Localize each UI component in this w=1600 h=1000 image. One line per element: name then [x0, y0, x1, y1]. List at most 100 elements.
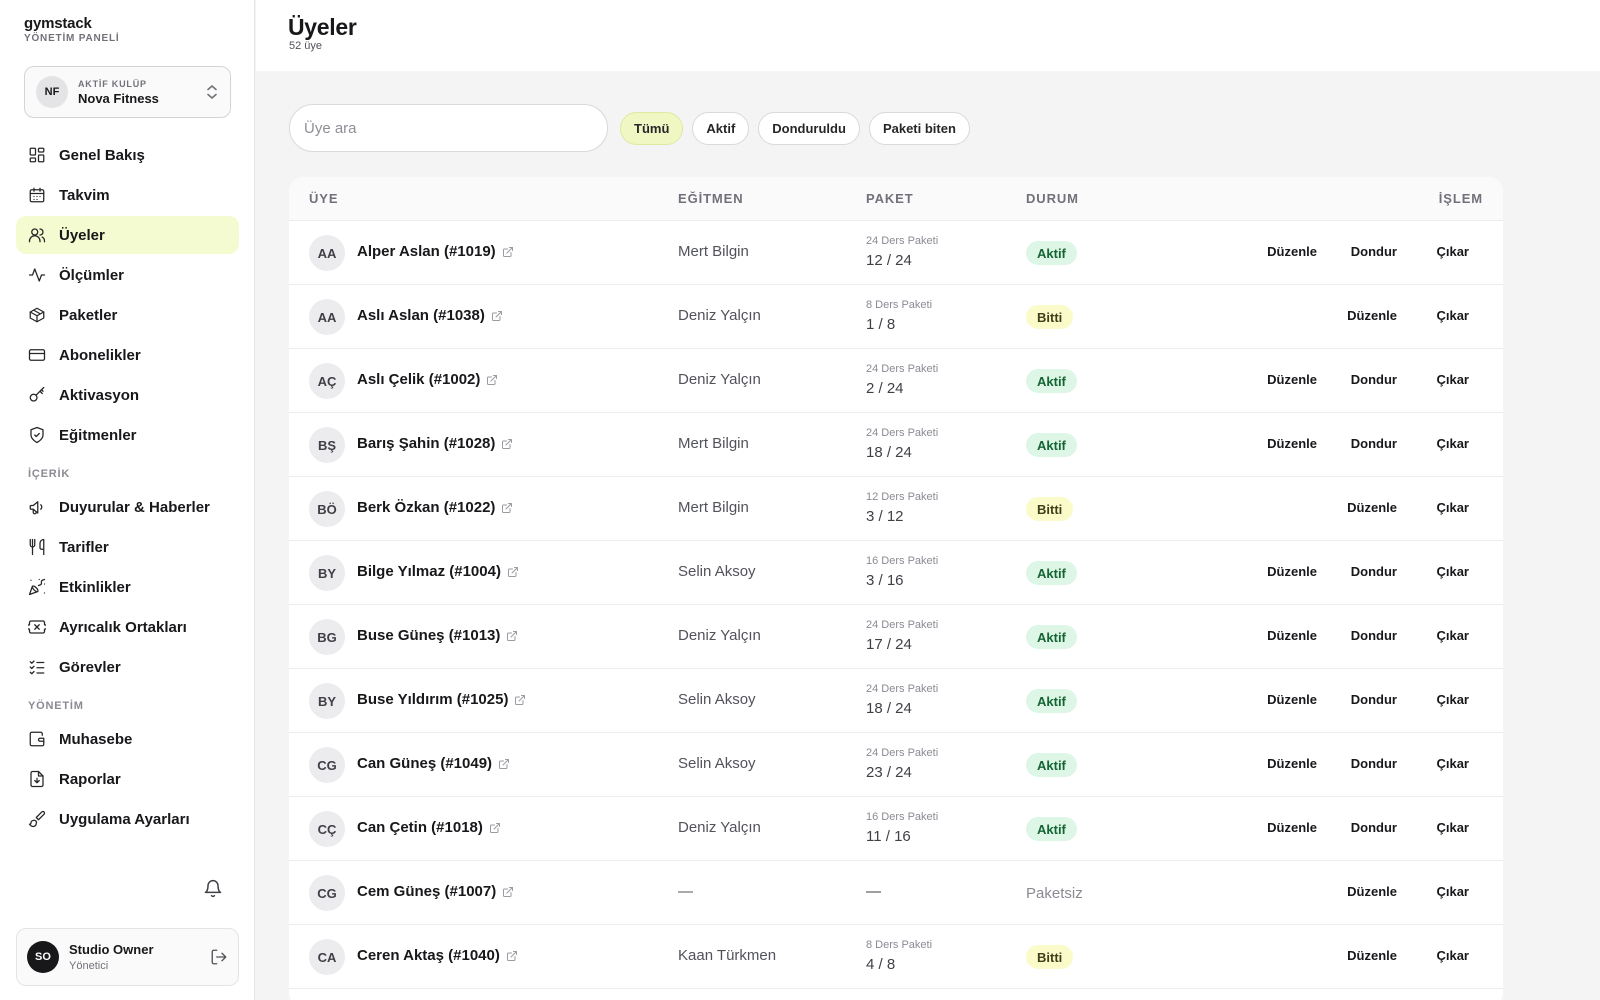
edit-button[interactable]: Düzenle	[1267, 756, 1317, 771]
package-name: 24 Ders Paketi	[866, 747, 939, 759]
sidebar-item[interactable]: Etkinlikler	[16, 568, 239, 606]
remove-button[interactable]: Çıkar	[1436, 564, 1469, 579]
sidebar-item[interactable]: Üyeler	[16, 216, 239, 254]
sidebar-item[interactable]: Takvim	[16, 176, 239, 214]
edit-button[interactable]: Düzenle	[1267, 564, 1317, 579]
filter-chip[interactable]: Aktif	[692, 112, 750, 145]
remove-button[interactable]: Çıkar	[1436, 372, 1469, 387]
trainer-name: Selin Aksoy	[678, 563, 756, 580]
sidebar-item-label: Tarifler	[59, 538, 109, 556]
external-link-icon	[502, 438, 513, 449]
filter-chip[interactable]: Tümü	[620, 112, 684, 145]
sidebar-item[interactable]: Uygulama Ayarları	[16, 800, 239, 838]
edit-button[interactable]: Düzenle	[1347, 884, 1397, 899]
edit-button[interactable]: Düzenle	[1267, 628, 1317, 643]
remove-button[interactable]: Çıkar	[1436, 948, 1469, 963]
package-name: 16 Ders Paketi	[866, 811, 939, 823]
freeze-button[interactable]: Dondur	[1351, 436, 1397, 451]
calendar-icon	[29, 187, 45, 203]
remove-button[interactable]: Çıkar	[1436, 308, 1469, 323]
club-switcher[interactable]: NF AKTİF KULÜP Nova Fitness	[24, 66, 231, 118]
user-role: Yönetici	[69, 960, 109, 972]
edit-button[interactable]: Düzenle	[1267, 372, 1317, 387]
utensils-icon	[29, 538, 45, 556]
column-trainer: EĞİTMEN	[678, 191, 744, 206]
edit-button[interactable]: Düzenle	[1267, 820, 1317, 835]
member-name-link[interactable]: Buse Güneş (#1013)	[357, 627, 518, 644]
sidebar-item[interactable]: Raporlar	[16, 760, 239, 798]
freeze-button[interactable]: Dondur	[1351, 692, 1397, 707]
member-name-link[interactable]: Barış Şahin (#1028)	[357, 435, 513, 452]
sidebar-item-label: Üyeler	[59, 226, 105, 244]
member-name-link[interactable]: Can Çetin (#1018)	[357, 819, 501, 836]
logout-icon[interactable]	[210, 948, 228, 966]
member-name-link[interactable]: Aslı Aslan (#1038)	[357, 307, 503, 324]
member-name-link[interactable]: Can Güneş (#1049)	[357, 755, 510, 772]
package-name: 24 Ders Paketi	[866, 363, 939, 375]
edit-button[interactable]: Düzenle	[1347, 500, 1397, 515]
table-row: AÇ Aslı Çelik (#1002) Deniz Yalçın 24 Ders …	[289, 349, 1503, 413]
sidebar-item[interactable]: Genel Bakış	[16, 136, 239, 174]
member-name-link[interactable]: Berk Özkan (#1022)	[357, 499, 513, 516]
sidebar-item[interactable]: Ölçümler	[16, 256, 239, 294]
freeze-button[interactable]: Dondur	[1351, 244, 1397, 259]
member-name-link[interactable]: Aslı Çelik (#1002)	[357, 371, 498, 388]
remove-button[interactable]: Çıkar	[1436, 820, 1469, 835]
search-input[interactable]	[289, 104, 608, 152]
edit-button[interactable]: Düzenle	[1267, 436, 1317, 451]
remove-button[interactable]: Çıkar	[1436, 884, 1469, 899]
page-title: Üyeler	[288, 14, 357, 40]
sidebar-item[interactable]: Eğitmenler	[16, 416, 239, 454]
remove-button[interactable]: Çıkar	[1436, 500, 1469, 515]
external-link-icon	[502, 502, 513, 513]
table-body: AA Alper Aslan (#1019) Mert Bilgin 24 Ders …	[289, 221, 1503, 989]
trainer-name: Kaan Türkmen	[678, 947, 777, 964]
freeze-button[interactable]: Dondur	[1351, 756, 1397, 771]
member-name-link[interactable]: Alper Aslan (#1019)	[357, 243, 514, 260]
member-name-link[interactable]: Cem Güneş (#1007)	[357, 883, 514, 900]
edit-button[interactable]: Düzenle	[1267, 692, 1317, 707]
external-link-icon	[515, 694, 526, 705]
remove-button[interactable]: Çıkar	[1436, 692, 1469, 707]
remove-button[interactable]: Çıkar	[1436, 436, 1469, 451]
status-badge: Aktif	[1026, 369, 1077, 393]
file-report-icon	[30, 770, 44, 788]
trainer-name: Deniz Yalçın	[678, 819, 761, 836]
member-name-link[interactable]: Bilge Yılmaz (#1004)	[357, 563, 519, 580]
sidebar-item[interactable]: Abonelikler	[16, 336, 239, 374]
edit-button[interactable]: Düzenle	[1267, 244, 1317, 259]
sidebar-item-label: Eğitmenler	[59, 426, 137, 444]
sidebar-item[interactable]: Ayrıcalık Ortakları	[16, 608, 239, 646]
sidebar-item[interactable]: Paketler	[16, 296, 239, 334]
remove-button[interactable]: Çıkar	[1436, 756, 1469, 771]
sidebar-item[interactable]: Aktivasyon	[16, 376, 239, 414]
package-icon	[29, 307, 45, 323]
package-progress: 1 / 8	[866, 316, 896, 333]
filter-chip[interactable]: Donduruldu	[758, 112, 860, 145]
freeze-button[interactable]: Dondur	[1351, 820, 1397, 835]
member-name: Berk Özkan (#1022)	[357, 499, 496, 516]
remove-button[interactable]: Çıkar	[1436, 244, 1469, 259]
sidebar-item[interactable]: Tarifler	[16, 528, 239, 566]
credit-card-icon	[28, 349, 46, 361]
member-name-link[interactable]: Ceren Aktaş (#1040)	[357, 947, 518, 964]
bell-icon[interactable]	[203, 879, 223, 899]
status-badge: Bitti	[1026, 305, 1074, 329]
freeze-button[interactable]: Dondur	[1351, 372, 1397, 387]
remove-button[interactable]: Çıkar	[1436, 628, 1469, 643]
external-link-icon	[506, 950, 517, 961]
filter-chip[interactable]: Paketi biten	[868, 112, 970, 145]
member-name: Aslı Aslan (#1038)	[357, 307, 485, 324]
freeze-button[interactable]: Dondur	[1351, 564, 1397, 579]
member-name-link[interactable]: Buse Yıldırım (#1025)	[357, 691, 526, 708]
member-avatar: AA	[309, 299, 345, 335]
edit-button[interactable]: Düzenle	[1347, 308, 1397, 323]
sidebar-item[interactable]: Görevler	[16, 648, 239, 686]
freeze-button[interactable]: Dondur	[1351, 628, 1397, 643]
party-popper-icon	[28, 578, 46, 596]
package-progress: 3 / 12	[866, 508, 904, 525]
sidebar-item[interactable]: Duyurular & Haberler	[16, 488, 239, 526]
filter-chips: Tümü Aktif Donduruldu Paketi biten	[620, 112, 970, 145]
edit-button[interactable]: Düzenle	[1347, 948, 1397, 963]
sidebar-item[interactable]: Muhasebe	[16, 720, 239, 758]
